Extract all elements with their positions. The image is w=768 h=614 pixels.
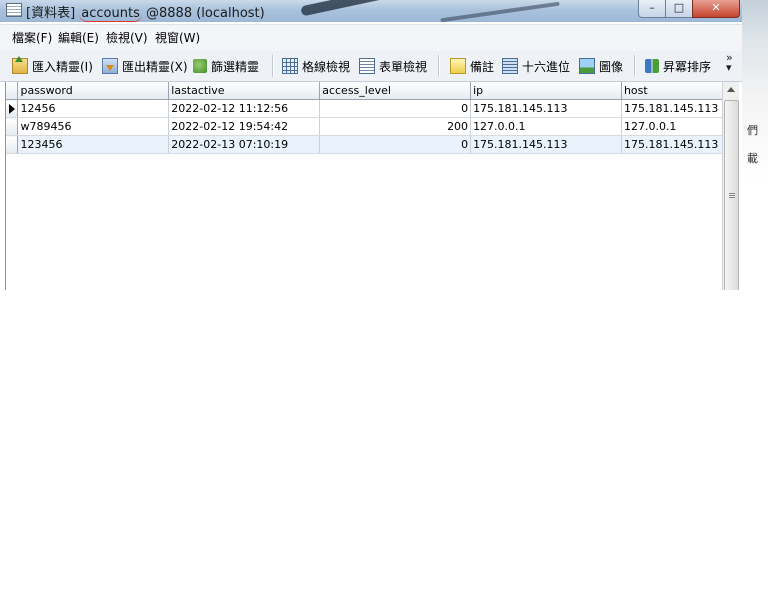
background-window-edge: 們 載 [742, 0, 768, 290]
cell-lastactive[interactable]: 2022-02-12 11:12:56 [168, 99, 321, 118]
cell-host[interactable]: 127.0.0.1 [621, 117, 724, 136]
export-wizard-button[interactable]: 匯出精靈(X) [102, 57, 188, 75]
scrollbar-grip-icon [729, 193, 735, 199]
menu-edit[interactable]: 編輯(E) [58, 29, 99, 46]
cell-password[interactable]: w789456 [17, 117, 170, 136]
filter-icon [193, 59, 207, 73]
row-indicator[interactable] [6, 135, 19, 154]
cell-password[interactable]: 123456 [17, 135, 170, 154]
image-label: 圖像 [599, 59, 624, 74]
cell-access-level[interactable]: 200 [319, 117, 472, 136]
menu-file[interactable]: 檔案(F) [12, 29, 52, 46]
maximize-button[interactable]: □ [665, 0, 693, 18]
cell-lastactive[interactable]: 2022-02-12 19:54:42 [168, 117, 321, 136]
cell-lastactive[interactable]: 2022-02-13 07:10:19 [168, 135, 321, 154]
form-view-button[interactable]: 表單檢視 [359, 57, 427, 75]
grid-view-button[interactable]: 格線檢視 [282, 57, 350, 75]
grid-view-icon [282, 58, 298, 74]
background-text: 們 [747, 124, 758, 137]
header-row: password lastactive access_level ip host [6, 82, 724, 100]
title-table-name: accounts [79, 6, 142, 22]
form-view-label: 表單檢視 [379, 59, 428, 74]
memo-icon [450, 58, 466, 74]
title-bar-decoration [440, 1, 560, 23]
toolbar: 匯入精靈(I) 匯出精靈(X) 篩選精靈 格線檢視 表單檢視 備註 十六進位 圖… [0, 51, 742, 82]
menu-window[interactable]: 視窗(W) [155, 29, 200, 46]
image-button[interactable]: 圖像 [579, 57, 623, 75]
minimize-button[interactable]: – [638, 0, 666, 18]
title-bar-decoration [300, 0, 420, 17]
cell-host[interactable]: 175.181.145.113 [621, 135, 724, 154]
cell-host[interactable]: 175.181.145.113 [621, 99, 724, 118]
vertical-scrollbar[interactable] [722, 82, 739, 290]
form-view-icon [359, 58, 375, 74]
row-indicator[interactable] [6, 99, 19, 118]
menu-view[interactable]: 檢視(V) [106, 29, 148, 46]
data-grid: password lastactive access_level ip host… [5, 82, 724, 290]
title-prefix: [資料表] [26, 6, 76, 21]
sort-ascending-label: 昇冪排序 [663, 59, 712, 74]
import-wizard-button[interactable]: 匯入精靈(I) [12, 56, 93, 75]
memo-label: 備註 [470, 59, 495, 74]
export-wizard-label: 匯出精靈(X) [122, 59, 188, 74]
filter-wizard-label: 篩選精靈 [211, 59, 260, 74]
grid-view-label: 格線檢視 [302, 59, 351, 74]
toolbar-separator [634, 55, 636, 77]
current-row-arrow-icon [9, 104, 15, 114]
cell-ip[interactable]: 127.0.0.1 [470, 117, 622, 136]
empty-background [0, 291, 768, 614]
cell-access-level[interactable]: 0 [319, 99, 472, 118]
row-indicator[interactable] [6, 117, 19, 136]
image-icon [579, 58, 595, 74]
close-button[interactable]: ✕ [692, 0, 740, 18]
table-row[interactable]: w789456 2022-02-12 19:54:42 200 127.0.0.… [6, 117, 724, 136]
import-icon [12, 56, 28, 74]
table-icon [6, 3, 22, 17]
window-title: [資料表] accounts @8888 (localhost) [26, 2, 265, 22]
export-icon [102, 58, 118, 74]
background-text: 載 [747, 152, 758, 165]
memo-button[interactable]: 備註 [450, 57, 494, 75]
column-header-lastactive[interactable]: lastactive [168, 82, 321, 100]
cell-ip[interactable]: 175.181.145.113 [470, 99, 622, 118]
import-wizard-label: 匯入精靈(I) [32, 59, 93, 74]
toolbar-separator [438, 55, 440, 77]
row-indicator-header [6, 82, 19, 100]
filter-wizard-button[interactable]: 篩選精靈 [193, 57, 259, 75]
scrollbar-thumb[interactable] [724, 100, 739, 290]
sort-ascending-icon [645, 59, 659, 73]
table-row[interactable]: 12456 2022-02-12 11:12:56 0 175.181.145.… [6, 99, 724, 118]
column-header-access-level[interactable]: access_level [319, 82, 472, 100]
scroll-up-arrow-icon[interactable] [727, 87, 735, 92]
title-suffix: @8888 (localhost) [146, 6, 265, 21]
table-row[interactable]: 123456 2022-02-13 07:10:19 0 175.181.145… [6, 135, 724, 154]
hex-icon [502, 58, 518, 74]
column-header-ip[interactable]: ip [470, 82, 622, 100]
toolbar-overflow-button[interactable]: » ▾ [726, 52, 733, 74]
column-header-password[interactable]: password [17, 82, 170, 100]
title-bar[interactable]: [資料表] accounts @8888 (localhost) – □ ✕ [0, 0, 742, 23]
cell-ip[interactable]: 175.181.145.113 [470, 135, 622, 154]
records-table: password lastactive access_level ip host… [6, 82, 724, 154]
menu-bar: 檔案(F) 編輯(E) 檢視(V) 視窗(W) [0, 24, 742, 51]
column-header-host[interactable]: host [621, 82, 724, 100]
cell-password[interactable]: 12456 [17, 99, 170, 118]
toolbar-separator [272, 55, 274, 77]
chevron-down-icon: ▾ [726, 61, 732, 74]
table-window: [資料表] accounts @8888 (localhost) – □ ✕ 檔… [0, 0, 742, 290]
hex-button[interactable]: 十六進位 [502, 57, 570, 75]
sort-ascending-button[interactable]: 昇冪排序 [645, 57, 711, 75]
cell-access-level[interactable]: 0 [319, 135, 472, 154]
hex-label: 十六進位 [522, 59, 571, 74]
